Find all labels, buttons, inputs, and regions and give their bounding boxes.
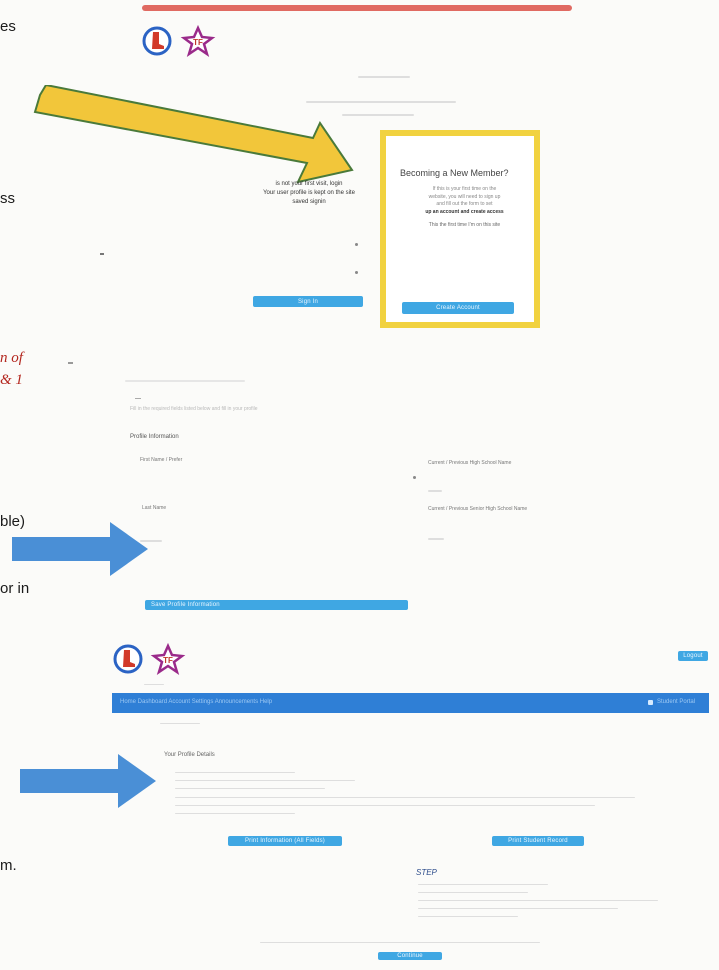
portal-logo: TF bbox=[112, 642, 192, 678]
dot-1 bbox=[355, 243, 358, 246]
blue-arrow-icon bbox=[12, 522, 148, 576]
form-heading: Fill in the required fields listed below… bbox=[130, 406, 258, 412]
field-last-name[interactable]: Last Name bbox=[142, 505, 166, 511]
new-member-text-3: and fill out the form to set bbox=[436, 201, 493, 207]
svg-text:TF: TF bbox=[193, 38, 203, 47]
star-badge-icon: TF bbox=[150, 642, 186, 675]
new-member-note: This the first time I’m on this site bbox=[428, 222, 501, 228]
new-member-text-4: up an account and create access bbox=[425, 208, 504, 215]
star-badge-icon: TF bbox=[180, 24, 216, 57]
boot-badge-icon bbox=[113, 644, 143, 674]
new-member-text-2: website, you will need to sign up bbox=[428, 193, 501, 200]
portal-nav-right[interactable]: Student Portal bbox=[657, 699, 695, 705]
new-member-box: Becoming a New Member? If this is your f… bbox=[380, 130, 540, 328]
user-icon[interactable] bbox=[648, 700, 653, 705]
svg-text:TF: TF bbox=[163, 656, 173, 665]
login-text-1: is not your first visit, login bbox=[275, 181, 343, 187]
print-all-fields-button[interactable]: Print Information (All Fields) bbox=[228, 836, 342, 846]
portal-nav-links[interactable]: Home Dashboard Account Settings Announce… bbox=[120, 699, 272, 705]
logout-button[interactable]: Logout bbox=[678, 651, 708, 661]
new-member-title: Becoming a New Member? bbox=[400, 168, 509, 178]
dot-2 bbox=[355, 271, 358, 274]
save-profile-button[interactable]: Save Profile Information bbox=[145, 600, 408, 610]
stray-mark-3 bbox=[135, 398, 141, 399]
side-text-es: es bbox=[0, 18, 16, 35]
side-text-red-2: & 1 bbox=[0, 372, 23, 388]
side-text-ss: ss bbox=[0, 190, 15, 207]
create-account-button[interactable]: Create Account bbox=[402, 302, 514, 314]
site-logo: TF bbox=[140, 24, 230, 59]
top-red-bar bbox=[142, 5, 572, 11]
stray-mark-1 bbox=[100, 253, 104, 255]
field-high-school[interactable]: Current / Previous High School Name bbox=[428, 460, 511, 466]
login-text-2: Your user profile is kept on the site bbox=[263, 190, 355, 196]
print-record-button[interactable]: Print Student Record bbox=[492, 836, 584, 846]
login-text-3: saved signin bbox=[292, 199, 326, 205]
form-section-label: Profile Information bbox=[130, 434, 179, 440]
boot-badge-icon bbox=[142, 26, 172, 56]
field-first-name[interactable]: First Name / Prefer bbox=[140, 457, 182, 463]
stray-mark-2 bbox=[68, 362, 73, 364]
yellow-arrow-icon bbox=[33, 85, 354, 184]
sign-in-button[interactable]: Sign In bbox=[253, 296, 363, 307]
continue-button[interactable]: Continue bbox=[378, 952, 442, 960]
field-senior-school[interactable]: Current / Previous Senior High School Na… bbox=[428, 506, 527, 512]
blue-arrow-icon bbox=[20, 754, 156, 808]
side-text-red-1: n of bbox=[0, 350, 23, 366]
step-label: STEP bbox=[416, 868, 437, 877]
side-text-or-in: or in bbox=[0, 580, 30, 597]
dot-3 bbox=[413, 476, 416, 479]
new-member-text-1: If this is your first time on the bbox=[432, 186, 497, 192]
login-panel: is not your first visit, login Your user… bbox=[250, 180, 368, 207]
portal-welcome: Your Profile Details bbox=[164, 752, 215, 758]
side-text-m: m. bbox=[0, 857, 17, 874]
portal-nav-bar: Home Dashboard Account Settings Announce… bbox=[112, 693, 709, 713]
